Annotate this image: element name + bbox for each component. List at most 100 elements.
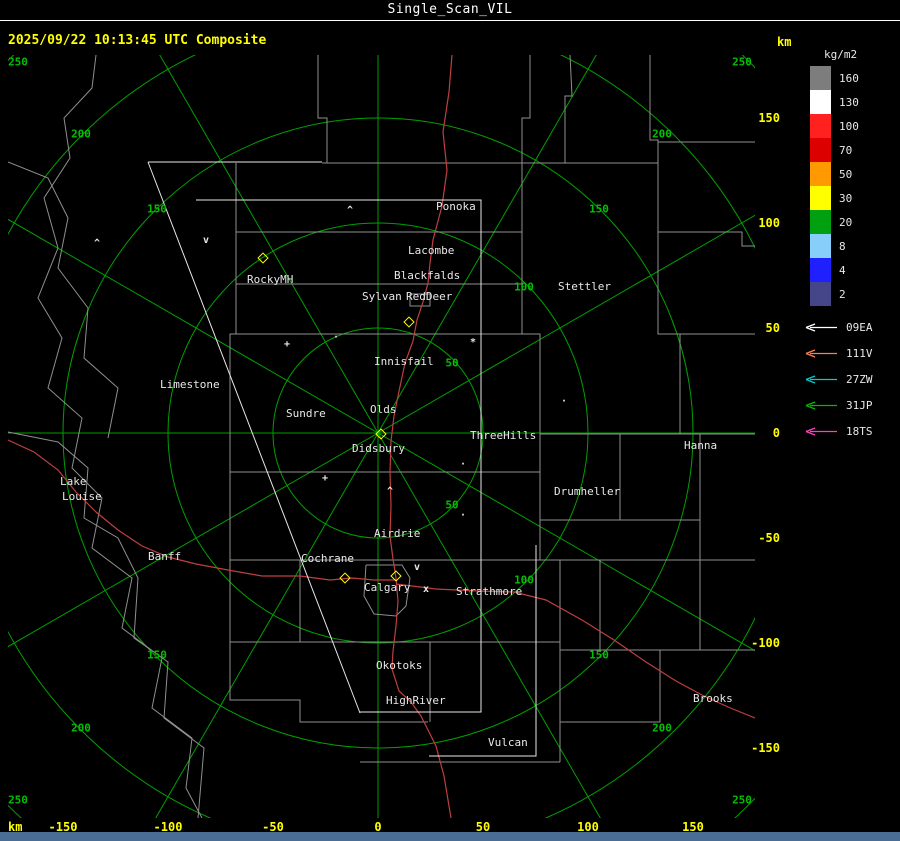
- legend-scale: 160 130 100 70 50 30 20 8 4 2: [810, 66, 859, 306]
- legend-value: 20: [839, 215, 853, 229]
- city-label: Drumheller: [554, 485, 621, 498]
- map-geometry: [155, 55, 597, 818]
- point-marker: v: [413, 562, 421, 573]
- radar-site-marker: [403, 316, 415, 328]
- city-label: Brooks: [693, 692, 733, 705]
- radar-id: 31JP: [846, 398, 873, 412]
- city-label: Ponoka: [436, 200, 476, 213]
- scan-boundary: [196, 199, 482, 713]
- point-marker: x: [422, 584, 430, 595]
- legend-color-swatch: [810, 186, 831, 210]
- county-boundaries: [8, 55, 755, 818]
- radar-arrow-icon: [804, 348, 838, 358]
- point-marker: v: [202, 235, 210, 246]
- right-axis-label: 100: [758, 216, 780, 230]
- scan-outlines: [147, 161, 537, 757]
- radar-entry: 111V: [804, 340, 873, 366]
- point-marker: +: [321, 473, 329, 484]
- range-ring-label: 250: [732, 793, 752, 807]
- radar-arrow-icon: [804, 322, 838, 332]
- legend-color-swatch: [810, 90, 831, 114]
- legend-color-swatch: [810, 66, 831, 90]
- scan-boundary: [147, 161, 361, 714]
- highways: [8, 55, 755, 818]
- county-borders-west: [8, 55, 205, 818]
- range-ring-label: 150: [147, 202, 167, 216]
- right-axis-label: -100: [751, 636, 780, 650]
- point-marker: ·: [459, 510, 467, 521]
- range-ring-label: 250: [8, 793, 28, 807]
- point-marker: *: [469, 337, 477, 348]
- range-ring-label: 250: [8, 55, 28, 69]
- legend-entry: 4: [810, 258, 859, 282]
- legend-value: 130: [839, 95, 859, 109]
- city-label: Okotoks: [376, 659, 423, 672]
- legend-entry: 160: [810, 66, 859, 90]
- point-marker: ^: [346, 205, 354, 216]
- legend-value: 30: [839, 191, 853, 205]
- point-marker: +: [283, 339, 291, 350]
- radar-id: 09EA: [846, 320, 873, 334]
- radar-application-window: { "window": { "title": "Single_Scan_VIL"…: [0, 0, 900, 841]
- bottom-scrollbar[interactable]: [0, 832, 900, 841]
- legend-entry: 2: [810, 282, 859, 306]
- range-ring-label: 150: [147, 648, 167, 662]
- radar-arrow-icon: [804, 400, 838, 410]
- legend-value: 4: [839, 263, 846, 277]
- highway-east: [395, 583, 755, 719]
- radar-list: 09EA 111V 27ZW 31JP 18TS: [804, 314, 873, 444]
- legend-color-swatch: [810, 162, 831, 186]
- map-geometry: [8, 214, 755, 648]
- right-axis-label: -150: [751, 741, 780, 755]
- map-geometry: [167, 222, 589, 644]
- city-label: Cochrane: [301, 552, 354, 565]
- city-label: Vulcan: [488, 736, 528, 749]
- city-label: HighRiver: [386, 694, 446, 707]
- radar-id: 18TS: [846, 424, 873, 438]
- county-borders-east: [540, 231, 755, 723]
- city-label: Sylvan: [362, 290, 402, 303]
- city-label: Louise: [62, 490, 102, 503]
- scan-timestamp: 2025/09/22 10:13:45 UTC Composite: [8, 33, 267, 48]
- city-label: Airdrie: [374, 527, 421, 540]
- legend-units-label: kg/m2: [824, 48, 858, 61]
- map-geometry: [8, 55, 755, 818]
- radar-entry: 09EA: [804, 314, 873, 340]
- legend-value: 50: [839, 167, 853, 181]
- legend-color-swatch: [810, 138, 831, 162]
- range-ring-label: 200: [71, 127, 91, 141]
- city-label: Calgary: [364, 581, 411, 594]
- point-marker: ·: [459, 459, 467, 470]
- azimuth-spokes: [8, 55, 755, 818]
- radar-arrow-icon: [804, 374, 838, 384]
- scan-boundary: [429, 545, 537, 757]
- legend-color-swatch: [810, 234, 831, 258]
- city-label: Stettler: [558, 280, 611, 293]
- window-title: Single_Scan_VIL: [387, 2, 513, 17]
- legend-color-swatch: [810, 210, 831, 234]
- city-label: Lake: [60, 475, 87, 488]
- legend-color-swatch: [810, 114, 831, 138]
- city-label: Blackfalds: [394, 269, 461, 282]
- radar-entry: 31JP: [804, 392, 873, 418]
- range-ring-label: 150: [589, 648, 609, 662]
- radar-entry: 18TS: [804, 418, 873, 444]
- legend-entry: 20: [810, 210, 859, 234]
- radar-display[interactable]: [0, 0, 900, 841]
- right-axis-label: 0: [772, 426, 780, 440]
- legend-value: 70: [839, 143, 853, 157]
- radar-id: 27ZW: [846, 372, 873, 386]
- range-ring-label: 100: [514, 280, 534, 294]
- km-unit-top-right: km: [777, 35, 792, 49]
- highway-north-south: [389, 55, 453, 818]
- city-label: Didsbury: [352, 442, 405, 455]
- legend-value: 8: [839, 239, 846, 253]
- legend-value: 2: [839, 287, 846, 301]
- radar-site-marker: [390, 570, 402, 582]
- legend-entry: 50: [810, 162, 859, 186]
- county-borders-north: [235, 55, 755, 285]
- radar-arrow-icon: [804, 426, 838, 436]
- point-marker: ·: [560, 396, 568, 407]
- city-label: ThreeHills: [470, 429, 537, 442]
- legend-entry: 100: [810, 114, 859, 138]
